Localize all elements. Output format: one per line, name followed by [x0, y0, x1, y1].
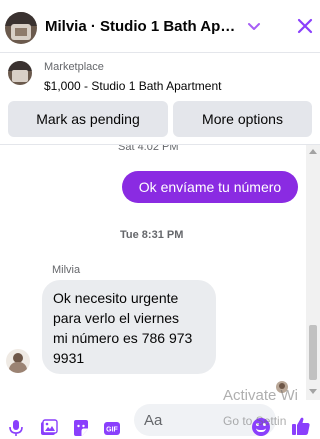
sticker-icon[interactable] [72, 419, 90, 437]
image-icon[interactable] [40, 419, 58, 437]
sender-avatar[interactable] [6, 349, 30, 373]
scroll-up-arrow-icon[interactable] [309, 149, 317, 154]
timestamp-divider: Tue 8:31 PM [120, 229, 184, 241]
activation-watermark-title: Activate Wi [223, 387, 299, 404]
chat-header: Milvia · Studio 1 Bath Apar… [0, 0, 320, 53]
scroll-down-arrow-icon[interactable] [309, 389, 317, 394]
like-icon[interactable] [290, 415, 312, 437]
svg-text:GIF: GIF [106, 427, 118, 434]
gif-icon[interactable]: GIF [103, 419, 121, 437]
more-options-button[interactable]: More options [173, 101, 312, 137]
message-scrollbar[interactable] [306, 145, 320, 400]
close-icon[interactable] [294, 15, 316, 37]
listing-thumbnail [8, 61, 32, 85]
message-list: Sat 4:02 PM Ok envíame tu número Tue 8:3… [0, 145, 306, 400]
chevron-down-icon[interactable] [246, 17, 262, 35]
messenger-chat-window: Milvia · Studio 1 Bath Apar… Marketplace… [0, 0, 320, 439]
chat-title[interactable]: Milvia · Studio 1 Bath Apar… [45, 18, 240, 35]
listing-title[interactable]: $1,000 - Studio 1 Bath Apartment [44, 79, 221, 93]
activation-watermark-subtitle: Go to Settin [223, 414, 287, 428]
outgoing-message-bubble[interactable]: Ok envíame tu número [122, 171, 298, 203]
listing-info[interactable]: Marketplace $1,000 - Studio 1 Bath Apart… [0, 53, 320, 100]
marketplace-label: Marketplace [44, 61, 104, 73]
contact-avatar[interactable] [5, 12, 37, 44]
message-input-placeholder: Aa [144, 412, 163, 429]
mark-as-pending-button[interactable]: Mark as pending [8, 101, 168, 137]
scrollbar-thumb[interactable] [309, 325, 317, 380]
sender-name: Milvia [52, 264, 81, 276]
incoming-message-bubble[interactable]: Ok necesito urgente para verlo el vierne… [42, 280, 216, 374]
microphone-icon[interactable] [7, 419, 25, 437]
timestamp-partial: Sat 4:02 PM [118, 145, 179, 153]
